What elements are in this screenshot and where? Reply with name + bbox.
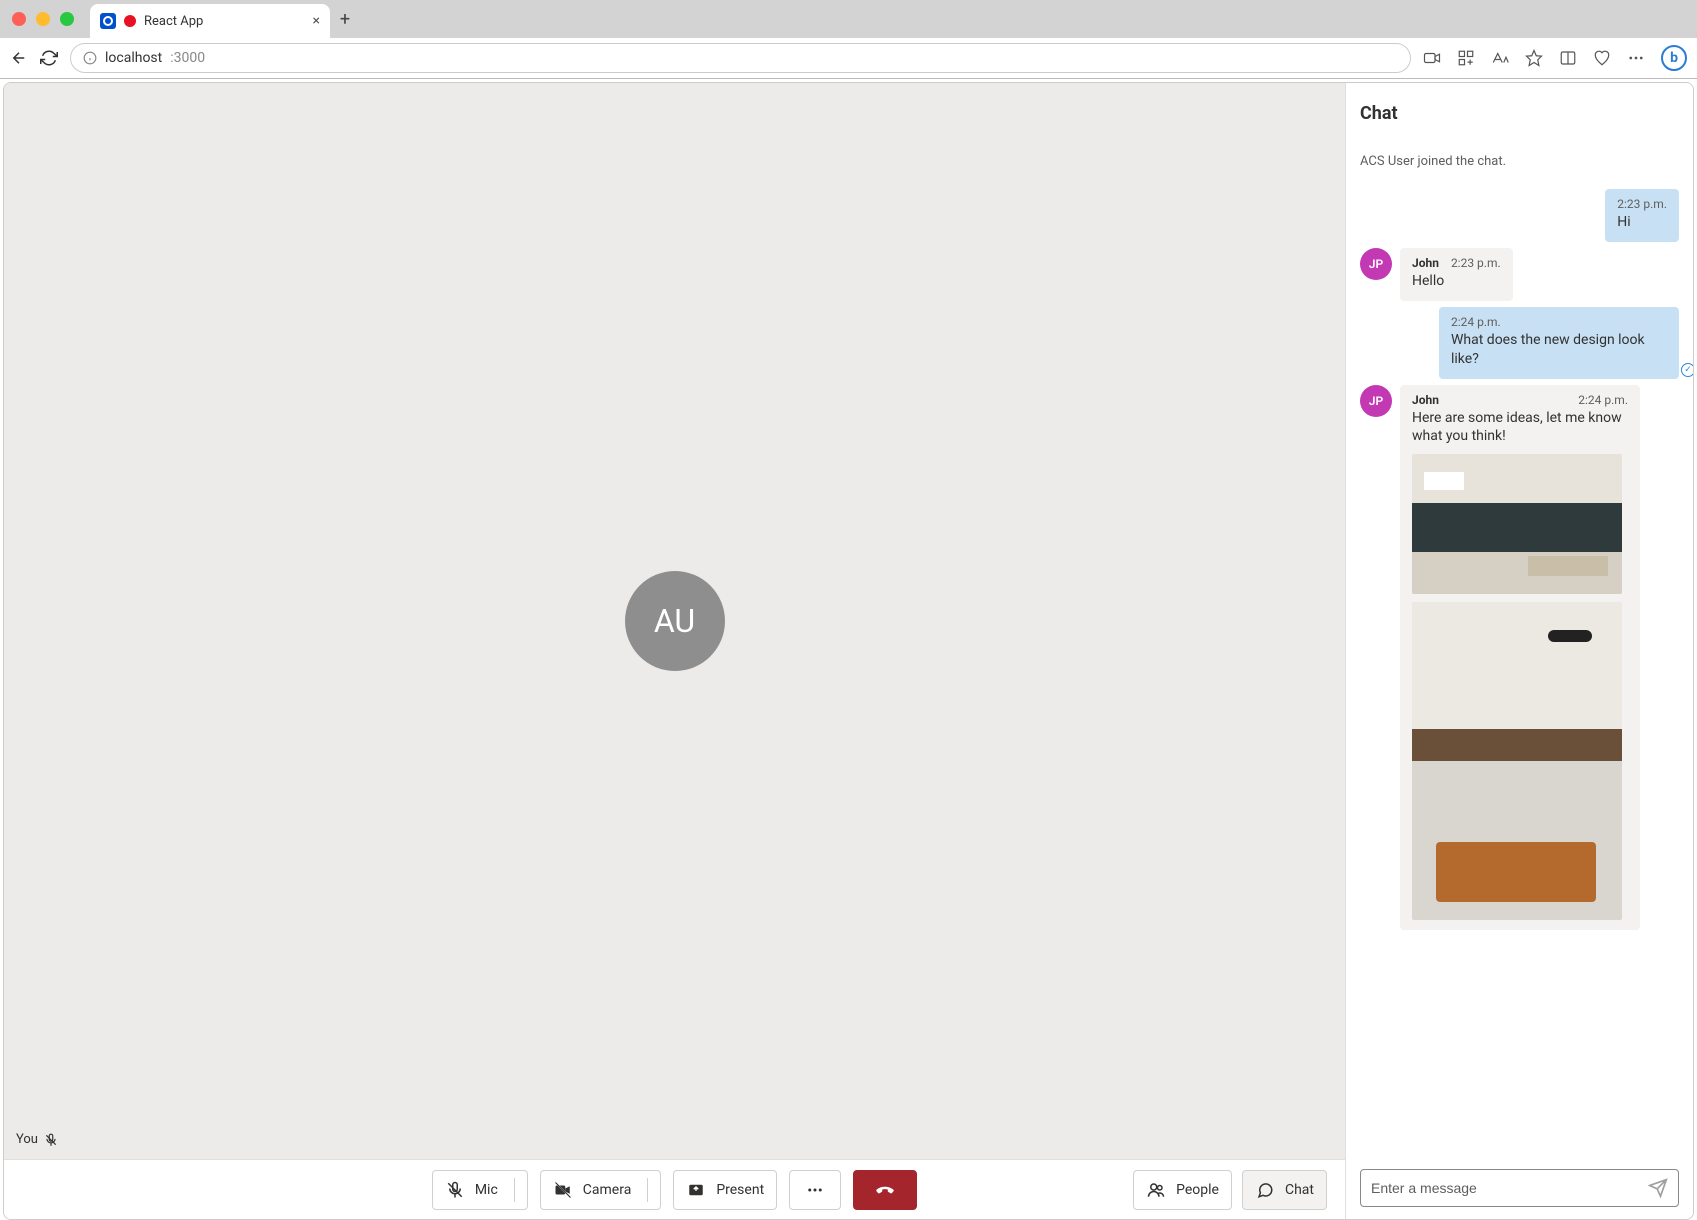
divider (647, 1178, 648, 1202)
chat-icon (1255, 1180, 1275, 1200)
message-input[interactable] (1371, 1180, 1648, 1196)
send-icon (1648, 1178, 1668, 1198)
titlebar: React App × + (0, 0, 1697, 38)
refresh-button[interactable] (40, 49, 58, 67)
message-bubble[interactable]: 2:24 p.m. What does the new design look … (1439, 307, 1679, 379)
video-capture-icon[interactable] (1423, 49, 1441, 67)
present-button[interactable]: Present (673, 1170, 777, 1210)
mic-button[interactable]: Mic (432, 1170, 528, 1210)
self-video-label: You (16, 1132, 58, 1147)
tab-close-button[interactable]: × (313, 13, 320, 29)
chat-title: Chat (1346, 83, 1693, 136)
recording-indicator-icon (124, 15, 136, 27)
sender-name: John (1412, 393, 1439, 407)
message-time: 2:23 p.m. (1451, 256, 1501, 270)
url-host: localhost (105, 50, 162, 66)
message-bubble[interactable]: John 2:23 p.m. Hello (1400, 248, 1513, 301)
message-time: 2:23 p.m. (1617, 197, 1667, 211)
bing-chat-icon[interactable]: b (1661, 45, 1687, 71)
window-close-button[interactable] (12, 12, 26, 26)
participant-avatar: AU (625, 571, 725, 671)
toolbar-actions: b (1423, 45, 1687, 71)
self-name: You (16, 1132, 38, 1147)
message-mine: 2:24 p.m. What does the new design look … (1360, 307, 1679, 379)
chat-label: Chat (1285, 1182, 1314, 1198)
message-bubble[interactable]: John 2:24 p.m. Here are some ideas, let m… (1400, 385, 1640, 931)
split-screen-icon[interactable] (1559, 49, 1577, 67)
message-theirs: JP John 2:24 p.m. Here are some ideas, le… (1360, 385, 1679, 931)
right-controls: People Chat (1133, 1170, 1327, 1210)
divider (514, 1178, 515, 1202)
tab-title: React App (144, 14, 305, 29)
more-horizontal-icon (806, 1181, 824, 1199)
avatar-initials: AU (654, 602, 695, 640)
extensions-icon[interactable] (1457, 49, 1475, 67)
new-tab-button[interactable]: + (330, 9, 360, 30)
message-mine: 2:23 p.m. Hi (1360, 189, 1679, 242)
more-menu-button[interactable] (1627, 49, 1645, 67)
chat-toggle-button[interactable]: Chat (1242, 1170, 1327, 1210)
browser-tab[interactable]: React App × (90, 4, 330, 38)
url-port: :3000 (170, 50, 205, 66)
message-text: Hello (1412, 272, 1501, 291)
window-controls (12, 12, 74, 26)
people-icon (1146, 1180, 1166, 1200)
read-receipt-icon: ✓ (1681, 363, 1693, 377)
text-size-icon[interactable] (1491, 49, 1509, 67)
message-text: What does the new design look like? (1451, 331, 1667, 369)
sender-avatar: JP (1360, 385, 1392, 417)
camera-button[interactable]: Camera (540, 1170, 662, 1210)
window-maximize-button[interactable] (60, 12, 74, 26)
tab-favicon-icon (100, 13, 116, 29)
address-bar[interactable]: localhost :3000 (70, 43, 1411, 73)
mic-off-icon (445, 1180, 465, 1200)
image-attachment[interactable] (1412, 454, 1622, 594)
back-button[interactable] (10, 49, 28, 67)
video-area: AU You Mic Camera (4, 83, 1345, 1219)
message-bubble[interactable]: 2:23 p.m. Hi (1605, 189, 1679, 242)
mic-label: Mic (475, 1182, 498, 1198)
collections-icon[interactable] (1593, 49, 1611, 67)
people-label: People (1176, 1182, 1219, 1198)
info-icon (83, 51, 97, 65)
more-options-button[interactable] (789, 1170, 841, 1210)
message-text: Hi (1617, 213, 1667, 232)
message-text: Here are some ideas, let me know what yo… (1412, 409, 1628, 447)
app-container: AU You Mic Camera (3, 82, 1694, 1220)
sender-name: John (1412, 256, 1439, 270)
chat-input[interactable] (1360, 1169, 1679, 1207)
camera-label: Camera (583, 1182, 632, 1198)
image-attachment[interactable] (1412, 602, 1622, 920)
people-button[interactable]: People (1133, 1170, 1232, 1210)
message-time: 2:24 p.m. (1451, 315, 1501, 329)
call-controls-bar: Mic Camera Present (4, 1159, 1345, 1219)
browser-chrome: React App × + localhost :3000 b (0, 0, 1697, 79)
present-label: Present (716, 1182, 764, 1198)
chat-input-area (1346, 1159, 1693, 1219)
system-message: ACS User joined the chat. (1360, 136, 1679, 183)
send-button[interactable] (1648, 1178, 1668, 1198)
chat-panel: Chat ACS User joined the chat. 2:23 p.m.… (1345, 83, 1693, 1219)
favorites-icon[interactable] (1525, 49, 1543, 67)
sender-avatar: JP (1360, 248, 1392, 280)
present-icon (686, 1180, 706, 1200)
hangup-button[interactable] (853, 1170, 917, 1210)
hangup-icon (874, 1179, 896, 1201)
window-minimize-button[interactable] (36, 12, 50, 26)
message-time: 2:24 p.m. (1578, 393, 1628, 407)
message-theirs: JP John 2:23 p.m. Hello (1360, 248, 1679, 301)
video-stage: AU You (4, 83, 1345, 1159)
mic-muted-icon (44, 1133, 58, 1147)
browser-toolbar: localhost :3000 b (0, 38, 1697, 78)
camera-off-icon (553, 1180, 573, 1200)
chat-messages[interactable]: ACS User joined the chat. 2:23 p.m. Hi J… (1346, 136, 1693, 1159)
